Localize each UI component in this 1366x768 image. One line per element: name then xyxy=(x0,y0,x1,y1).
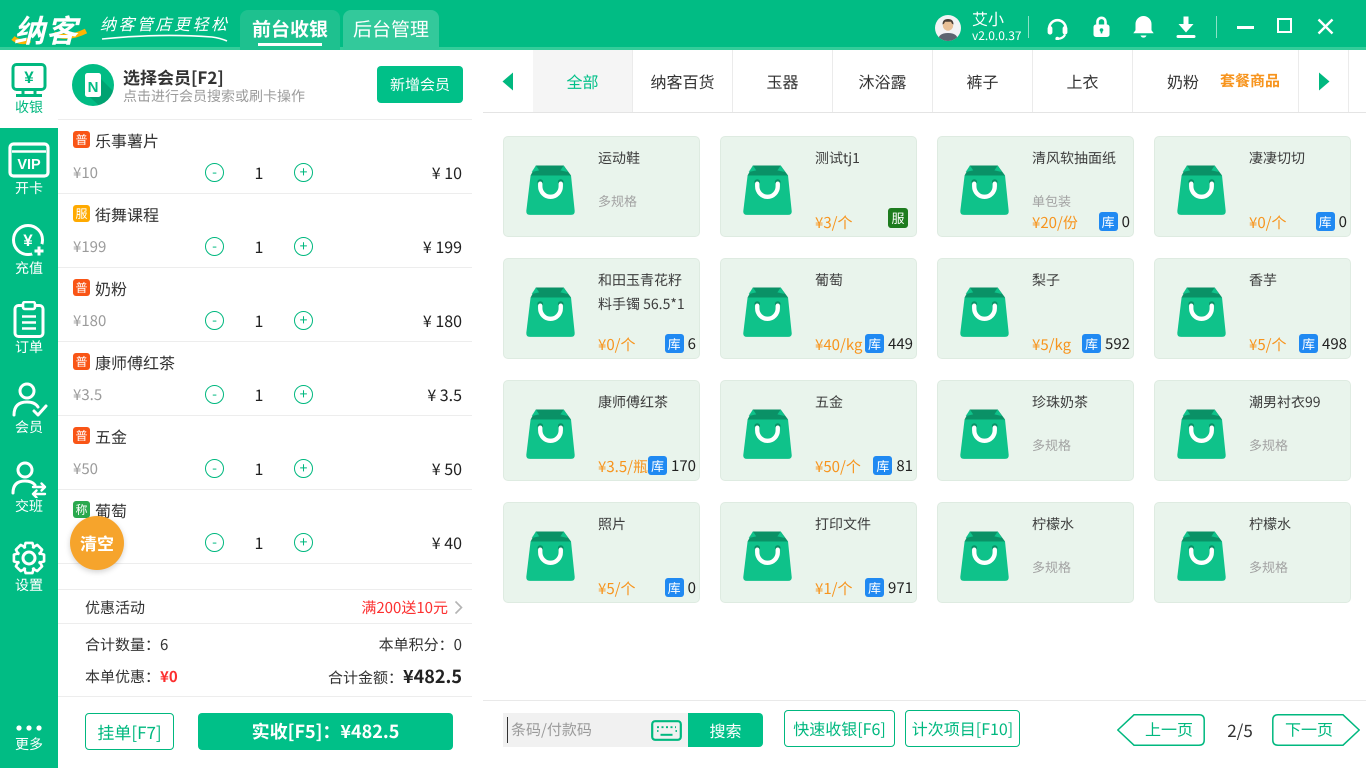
svg-text:N: N xyxy=(88,79,99,96)
svg-text:上一页: 上一页 xyxy=(1145,717,1193,741)
svg-text:¥: ¥ xyxy=(24,68,34,87)
svg-text:下一页: 下一页 xyxy=(1285,717,1333,741)
svg-text:¥: ¥ xyxy=(23,231,33,250)
svg-text:VIP: VIP xyxy=(17,157,41,173)
